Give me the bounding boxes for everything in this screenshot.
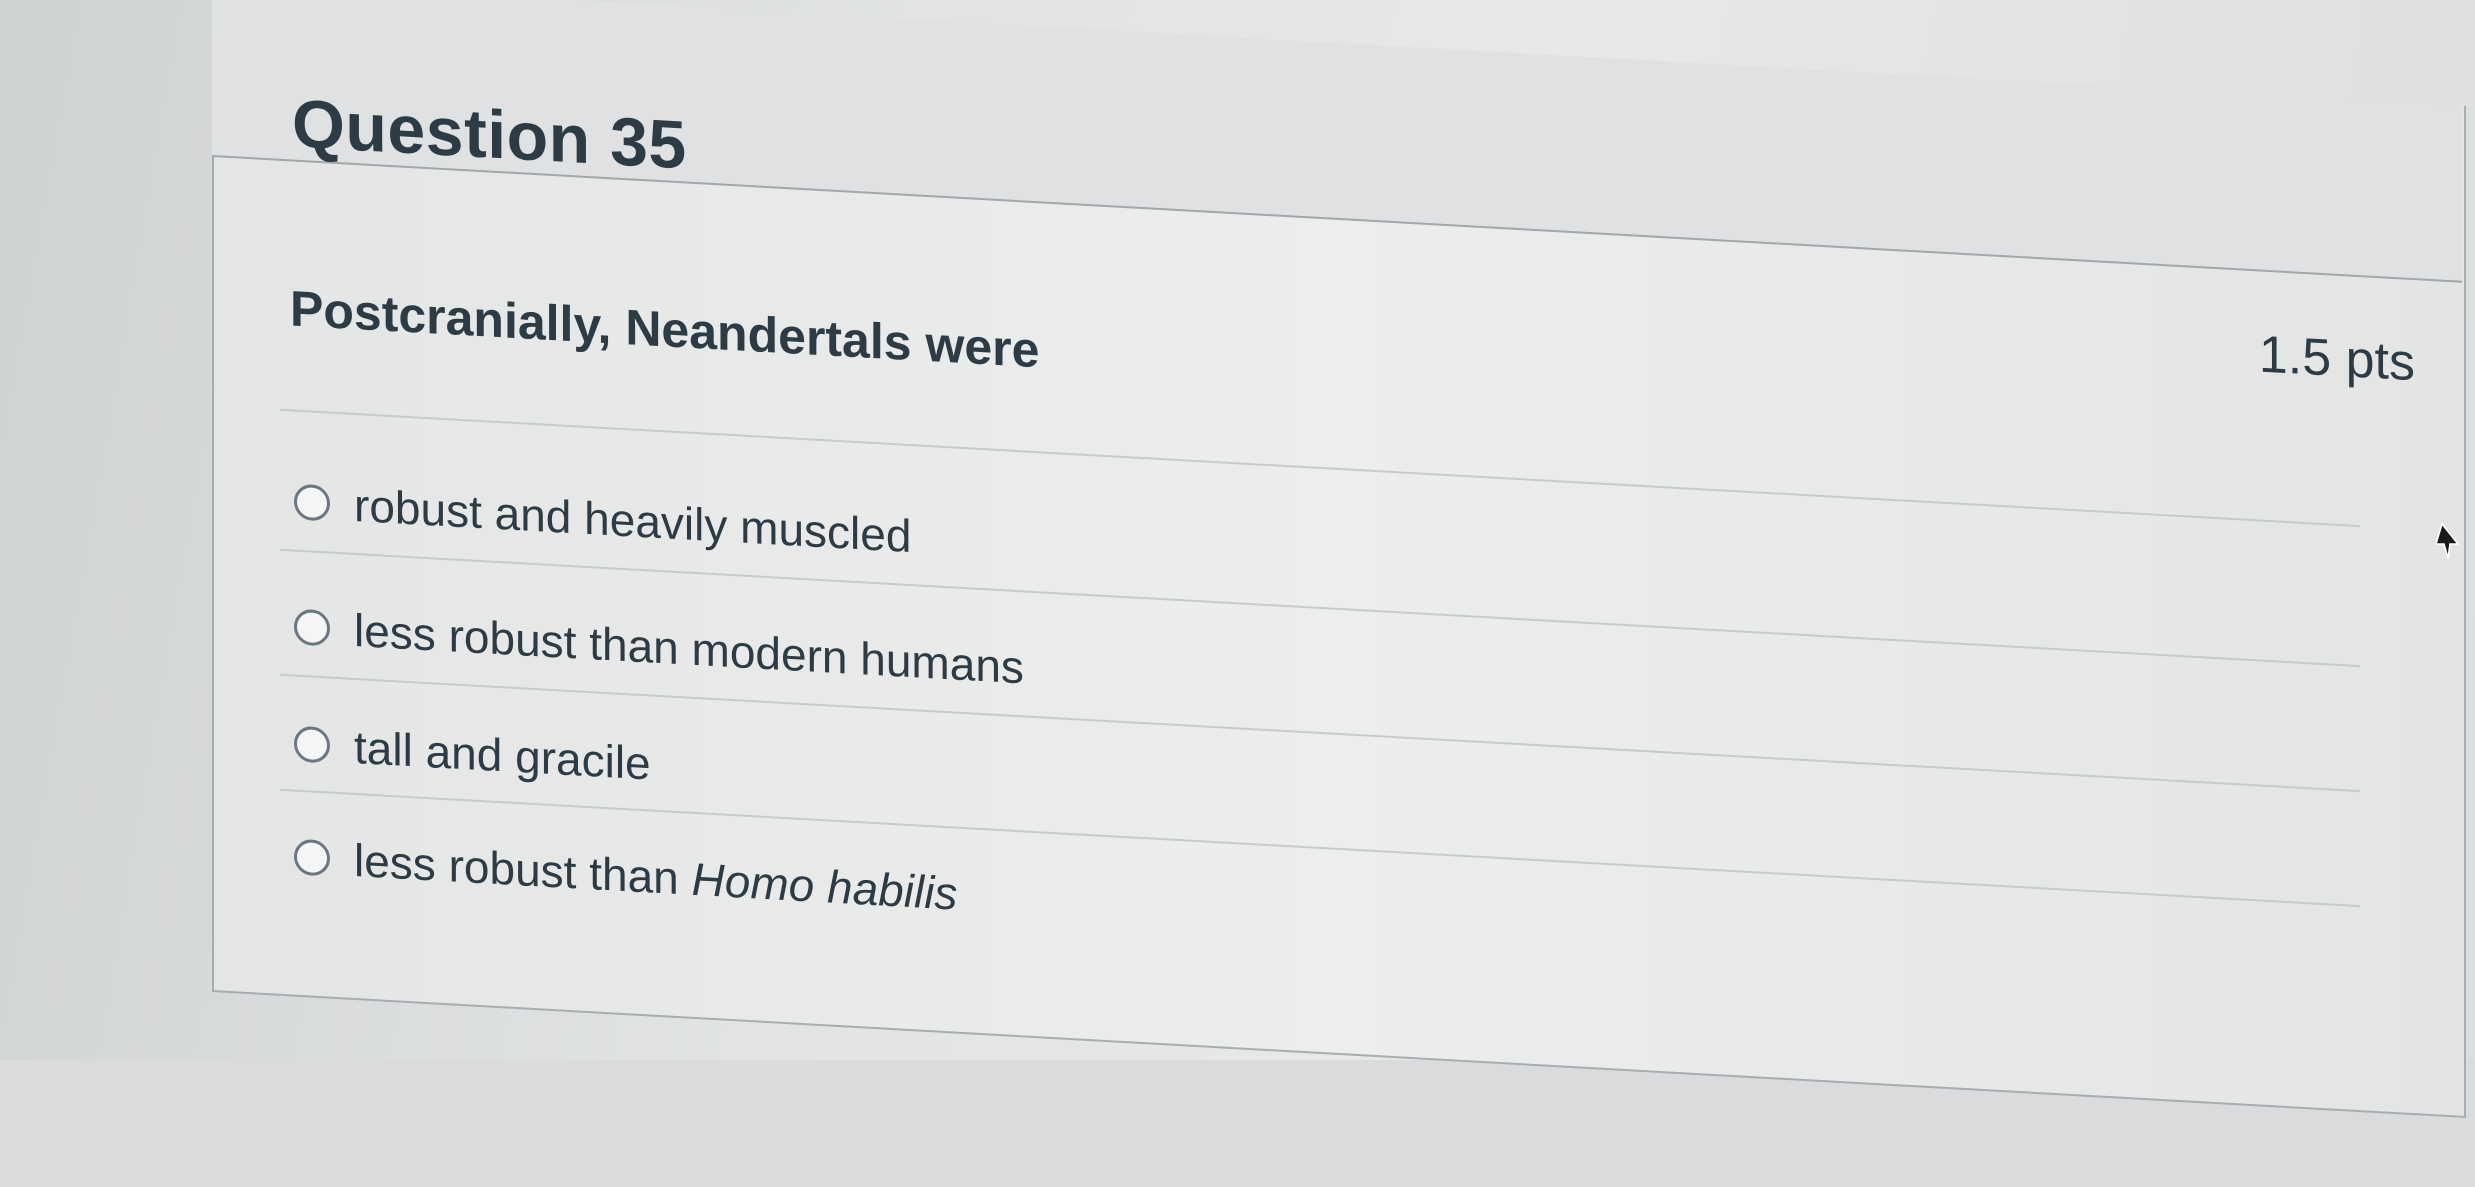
question-points: 1.5 pts bbox=[2258, 325, 2415, 393]
mouse-pointer-icon bbox=[2434, 522, 2460, 559]
radio-button-icon[interactable] bbox=[294, 608, 330, 647]
radio-button-icon[interactable] bbox=[294, 838, 330, 877]
radio-button-icon[interactable] bbox=[294, 725, 330, 764]
question-card: Question 35 1.5 pts Postcranially, Neand… bbox=[212, 0, 2475, 1187]
radio-button-icon[interactable] bbox=[294, 483, 330, 522]
